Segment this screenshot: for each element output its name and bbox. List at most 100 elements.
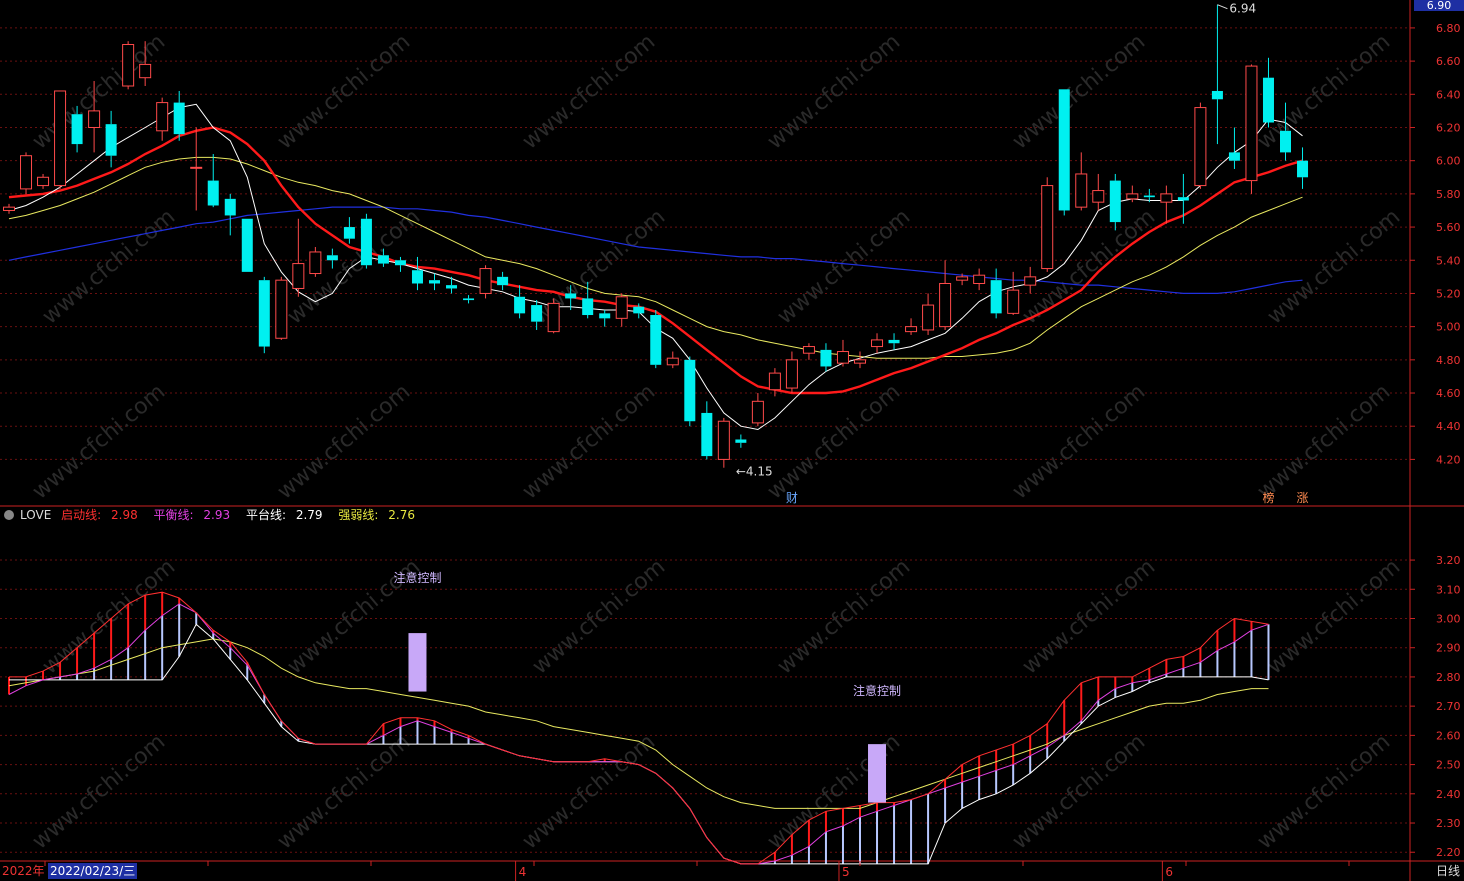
candle-body [497, 276, 509, 286]
indicator-tick-label: 2.70 [1436, 700, 1461, 713]
candle-body [122, 44, 135, 87]
candle-body [446, 285, 458, 289]
candle-body [820, 349, 832, 367]
warning-box [408, 633, 427, 692]
watermark-text: www.cfchi.com [1263, 204, 1405, 329]
warning-label: 注意控制 [853, 683, 901, 698]
year-label: 2022年 [2, 864, 45, 878]
watermark-text: www.cfchi.com [273, 379, 415, 504]
candle-body [633, 306, 645, 314]
candle-body [37, 176, 50, 187]
candle-body [1092, 190, 1105, 203]
price-tick-label: 4.80 [1436, 354, 1461, 367]
watermark-text: www.cfchi.com [28, 729, 170, 854]
price-tick-label: 4.60 [1436, 387, 1461, 400]
candle-body [1177, 197, 1189, 201]
candle-body [1058, 89, 1070, 211]
candle-body [1024, 276, 1037, 286]
candle-body [343, 227, 355, 239]
watermark-text: www.cfchi.com [1263, 554, 1405, 679]
candle-body [854, 359, 866, 364]
candle-body [411, 270, 423, 284]
indicator-tick-label: 2.30 [1436, 817, 1461, 830]
candle-body [582, 298, 594, 316]
watermark-text: www.cfchi.com [273, 29, 415, 154]
candle-body [939, 282, 952, 328]
indicator-settings-icon[interactable] [4, 510, 14, 520]
price-tick-label: 6.40 [1436, 88, 1461, 101]
candle-body [241, 218, 253, 272]
candle-body [599, 313, 611, 319]
watermark-text: www.cfchi.com [1253, 379, 1395, 504]
indicator-tick-label: 3.10 [1436, 583, 1461, 596]
candle-body [547, 302, 560, 333]
candle-body [1041, 185, 1054, 270]
candle-body [20, 155, 33, 190]
candle-body [684, 359, 696, 422]
candle-body [565, 293, 577, 299]
legend-pingheng: 平衡线: 2.93 [153, 508, 231, 522]
candle-body [922, 304, 935, 331]
candle-body [479, 268, 492, 294]
high-annotation-pointer [1217, 4, 1228, 10]
indicator-tick-label: 3.00 [1436, 612, 1461, 625]
price-tick-label: 4.20 [1436, 453, 1461, 466]
indicator-tick-label: 3.20 [1436, 554, 1461, 567]
candle-body [1075, 173, 1088, 208]
watermark-text: www.cfchi.com [518, 29, 660, 154]
candle-body [1160, 193, 1173, 203]
candle-body [615, 296, 628, 319]
watermark-text: www.cfchi.com [273, 729, 415, 854]
candle-body [514, 296, 526, 314]
price-tick-label: 5.60 [1436, 221, 1461, 234]
watermark-text: www.cfchi.com [518, 729, 660, 854]
indicator-tick-label: 2.20 [1436, 846, 1461, 859]
candle-body [871, 339, 884, 348]
current-price-tag: 6.90 [1414, 0, 1464, 11]
watermark-text: www.cfchi.com [518, 379, 660, 504]
watermark-text: www.cfchi.com [1018, 554, 1160, 679]
candle-body [292, 263, 305, 289]
candle-body [139, 63, 152, 79]
candle-body [54, 90, 67, 187]
candle-body [1126, 193, 1139, 200]
candle-body [326, 255, 338, 261]
indicator-legend: LOVE 启动线: 2.98 平衡线: 2.93 平台线: 2.79 强弱线: … [4, 506, 427, 524]
indicator-tick-label: 2.40 [1436, 788, 1461, 801]
price-tick-label: 6.80 [1436, 22, 1461, 35]
watermark-text: www.cfchi.com [1253, 29, 1395, 154]
candle-body [956, 276, 969, 281]
candle-body [377, 255, 389, 264]
period-label[interactable]: 日线 [1436, 863, 1460, 879]
legend-pingtai: 平台线: 2.79 [245, 508, 323, 522]
event-marker: 财 [786, 491, 798, 505]
cursor-date: 2022/02/23/三 [48, 863, 138, 879]
candle-body [905, 326, 918, 333]
candle-body [1297, 160, 1309, 178]
candle-body [1194, 107, 1207, 187]
candle-body [105, 124, 117, 156]
candle-body [275, 279, 288, 339]
candle-body [1245, 65, 1258, 182]
candle-body [735, 439, 747, 443]
candle-body [1280, 130, 1291, 153]
indicator-tick-label: 2.50 [1436, 759, 1461, 772]
candle-body [463, 298, 475, 301]
candle-body [1143, 195, 1155, 198]
price-tick-label: 5.80 [1436, 188, 1461, 201]
candle-body [394, 260, 406, 266]
watermark-text: www.cfchi.com [763, 29, 905, 154]
candle-body [360, 218, 372, 266]
candle-body [1007, 289, 1020, 314]
high-annotation: 6.94 [1229, 2, 1256, 16]
watermark-text: www.cfchi.com [763, 379, 905, 504]
watermark-text: www.cfchi.com [38, 204, 180, 329]
legend-qidong: 启动线: 2.98 [61, 508, 138, 522]
indicator-name[interactable]: LOVE [20, 508, 51, 522]
candle-body [973, 274, 986, 284]
candle-body [785, 359, 798, 389]
candle-body [1109, 180, 1121, 223]
price-tick-label: 6.20 [1436, 121, 1461, 134]
chart-canvas[interactable]: 6.80 6.60 6.40 6.20 6.00 5.80 5.60 5.40 5.20 5.00… [0, 0, 1464, 881]
candle-body [666, 357, 679, 366]
